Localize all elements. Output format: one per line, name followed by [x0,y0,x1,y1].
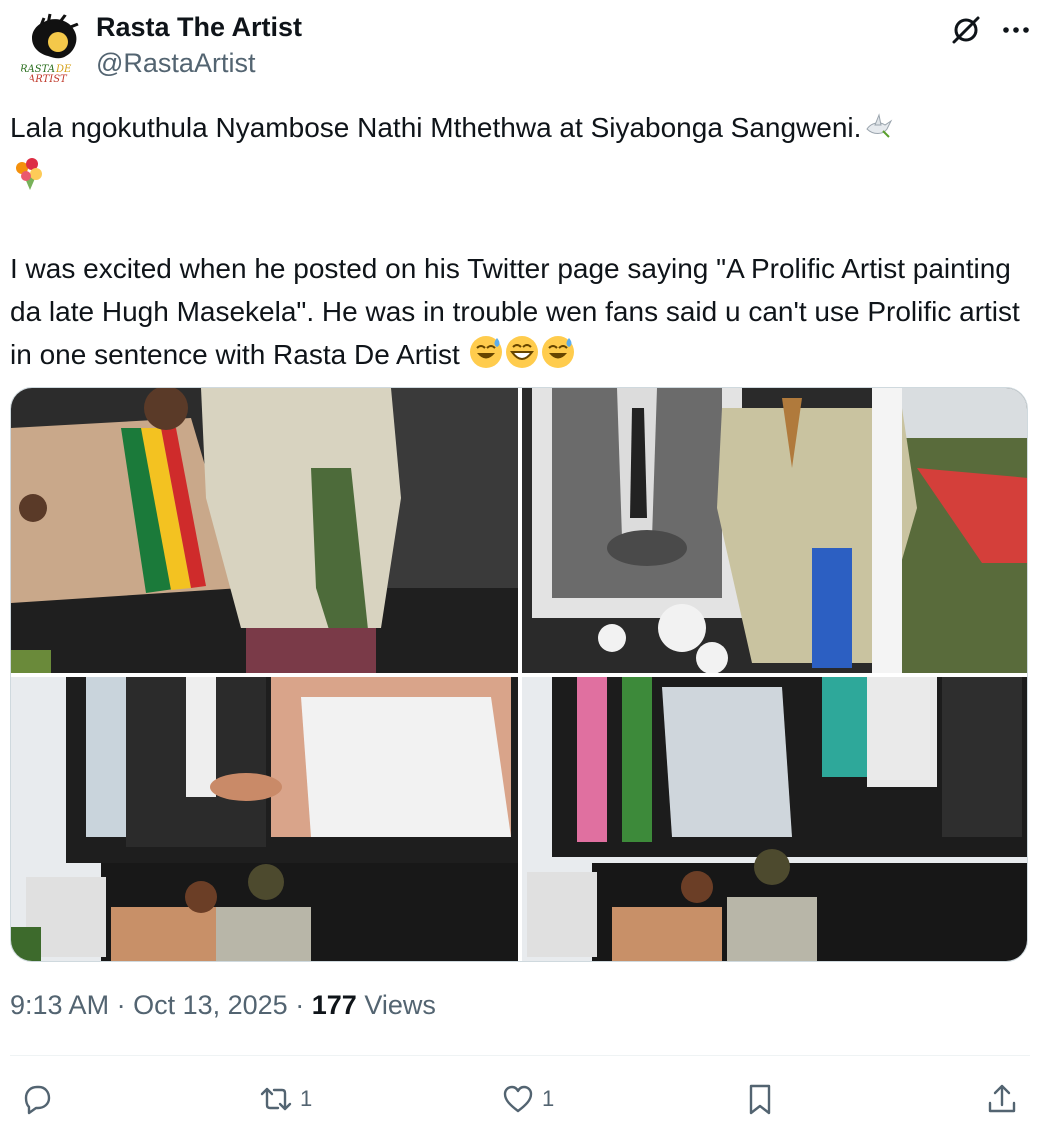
meta-separator-2: · [295,990,305,1020]
more-icon[interactable] [996,12,1036,48]
bookmark-button[interactable] [742,1075,778,1123]
tweet-text: Lala ngokuthula Nyambose Nathi Mthethwa … [10,106,1030,382]
media-grid [10,387,1028,962]
share-icon [988,1084,1016,1113]
meta-separator: · [116,990,126,1020]
like-button[interactable]: 1 [500,1075,554,1123]
author-handle[interactable]: @RastaArtist [96,48,255,79]
tweet-header: RASTA DE ARTIST Rasta The Artist @RastaA… [10,8,1040,88]
views-count: 177 [311,990,357,1020]
tweet-date[interactable]: Oct 13, 2025 [133,990,288,1020]
bouquet-emoji-icon [10,156,46,204]
like-count: 1 [542,1086,555,1111]
photo-4[interactable] [522,677,1027,961]
grok-icon[interactable] [948,12,984,48]
tweet-line1: Lala ngokuthula Nyambose Nathi Mthethwa … [10,112,862,143]
sweat-smile-emoji-icon [468,334,504,382]
retweet-icon [260,1087,292,1111]
photo-3[interactable] [11,677,518,961]
svg-text:ARTIST: ARTIST [27,74,68,85]
tweet-time[interactable]: 9:13 AM [10,990,109,1020]
reply-button[interactable] [18,1075,60,1123]
author-display-name[interactable]: Rasta The Artist [96,12,302,43]
tweet-meta: 9:13 AM · Oct 13, 2025 · 177 Views [10,990,436,1021]
retweet-button[interactable]: 1 [258,1075,312,1123]
sweat-smile-emoji-icon-2 [540,334,576,382]
heart-icon [503,1085,533,1113]
reply-icon [24,1085,51,1115]
bookmark-icon [749,1084,771,1115]
divider [10,1055,1030,1056]
photo-1[interactable] [11,388,518,673]
avatar[interactable]: RASTA DE ARTIST [14,12,88,86]
share-button[interactable] [984,1075,1020,1123]
views-label: Views [364,990,436,1020]
retweet-count: 1 [300,1086,313,1111]
action-bar: 1 1 [0,1075,1048,1125]
photo-2[interactable] [522,388,1027,673]
grin-emoji-icon [504,334,540,382]
dove-emoji-icon [861,111,893,155]
